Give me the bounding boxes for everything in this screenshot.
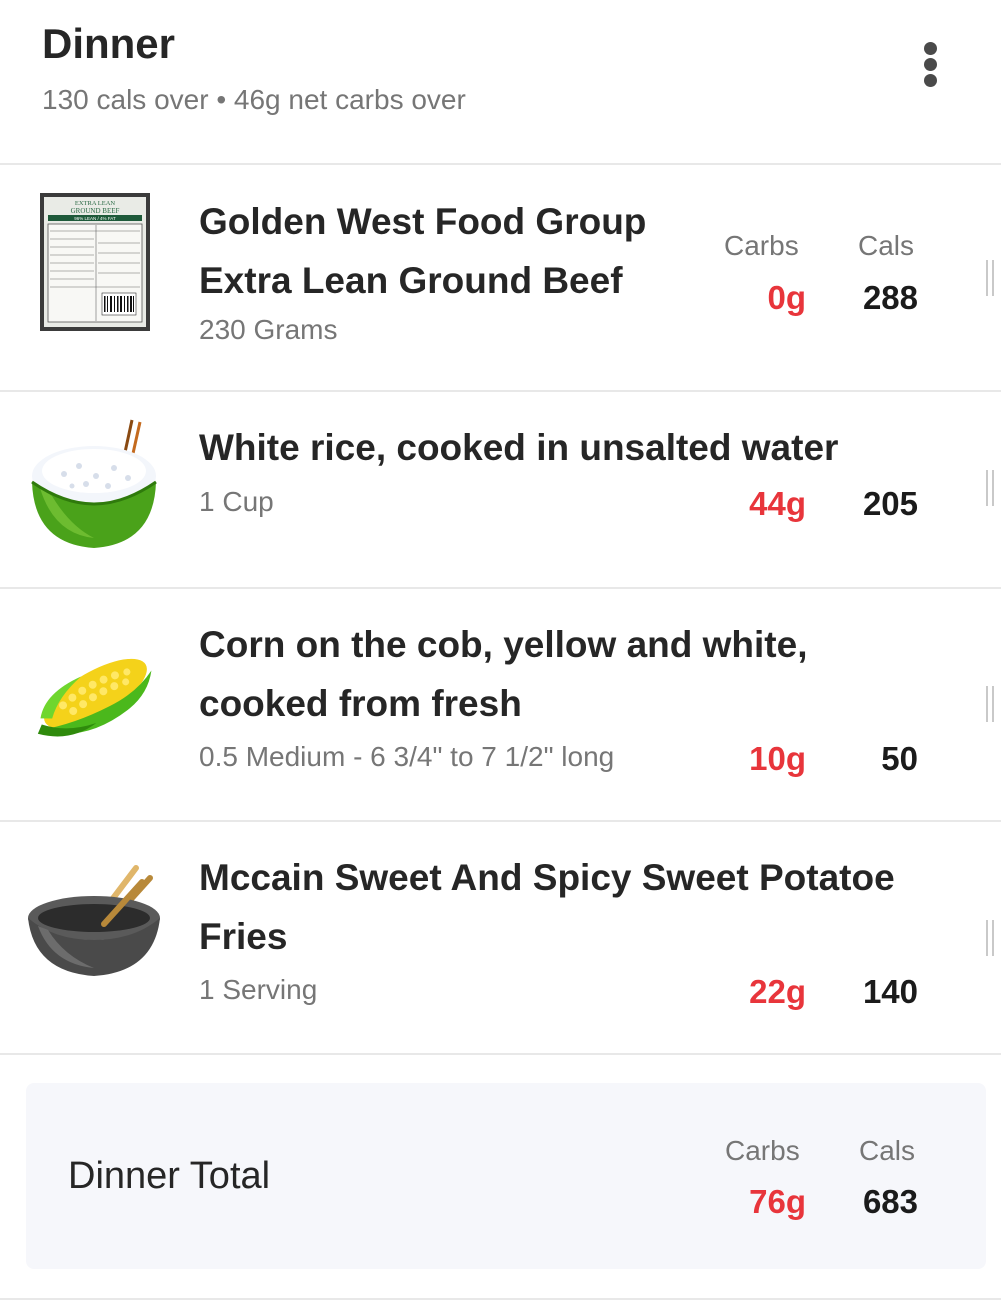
food-serving: 0.5 Medium - 6 3/4" to 7 1/2" long <box>199 741 615 772</box>
food-item-corn[interactable]: Corn on the cob, yellow and white, cooke… <box>0 589 1001 820</box>
food-name: Mccain Sweet And Spicy Sweet Potatoe Fri… <box>199 857 895 957</box>
cals-value: 140 <box>862 973 918 1010</box>
drag-handle-icon[interactable] <box>986 686 998 722</box>
food-name: Golden West Food Group Extra Lean Ground… <box>199 201 647 301</box>
food-item-white-rice[interactable]: White rice, cooked in unsalted water 1 C… <box>0 392 1001 587</box>
food-serving: 1 Cup <box>199 486 274 517</box>
ground-beef-package-icon: EXTRA LEAN GROUND BEEF 96% LEAN / 4% FAT <box>24 193 164 333</box>
carbs-value: 0g <box>767 279 806 316</box>
carbs-label: Carbs <box>724 230 799 261</box>
food-serving: 1 Serving <box>199 974 318 1005</box>
drag-handle-icon[interactable] <box>986 260 998 296</box>
divider <box>0 1298 1001 1300</box>
carbs-value: 22g <box>749 973 806 1010</box>
food-item-ground-beef[interactable]: EXTRA LEAN GROUND BEEF 96% LEAN / 4% FAT <box>0 165 1001 390</box>
cals-label: Cals <box>859 1135 916 1166</box>
cals-label: Cals <box>858 230 915 261</box>
empty-bowl-chopsticks-icon <box>24 860 164 1000</box>
rice-bowl-icon <box>24 416 164 556</box>
drag-handle-icon[interactable] <box>986 470 998 506</box>
cals-value: 50 <box>881 740 918 777</box>
svg-text:EXTRA LEAN: EXTRA LEAN <box>75 200 116 207</box>
meal-total-card: Dinner Total Carbs Cals 76g 683 <box>26 1083 986 1269</box>
meal-title: Dinner <box>42 20 176 67</box>
corn-cob-icon <box>24 629 164 769</box>
food-name: Corn on the cob, yellow and white, cooke… <box>199 624 808 724</box>
carbs-label: Carbs <box>725 1135 800 1166</box>
meal-header: Dinner 130 cals over • 46g net carbs ove… <box>0 0 1001 163</box>
svg-text:96% LEAN / 4% FAT: 96% LEAN / 4% FAT <box>74 216 116 221</box>
food-item-sweet-potato-fries[interactable]: Mccain Sweet And Spicy Sweet Potatoe Fri… <box>0 822 1001 1053</box>
cals-value: 205 <box>862 485 918 522</box>
divider <box>0 1053 1001 1055</box>
food-name: White rice, cooked in unsalted water <box>199 427 839 468</box>
svg-text:GROUND BEEF: GROUND BEEF <box>71 207 120 215</box>
more-vertical-icon <box>923 42 937 55</box>
carbs-value: 44g <box>749 485 806 522</box>
drag-handle-icon[interactable] <box>986 920 998 956</box>
cals-value: 288 <box>862 279 918 316</box>
food-serving: 230 Grams <box>199 314 338 345</box>
meal-summary: 130 cals over • 46g net carbs over <box>42 84 466 115</box>
total-carbs-value: 76g <box>749 1183 806 1220</box>
carbs-value: 10g <box>749 740 806 777</box>
total-cals-value: 683 <box>862 1183 918 1220</box>
more-options-button[interactable] <box>912 42 948 94</box>
total-label: Dinner Total <box>68 1155 271 1197</box>
